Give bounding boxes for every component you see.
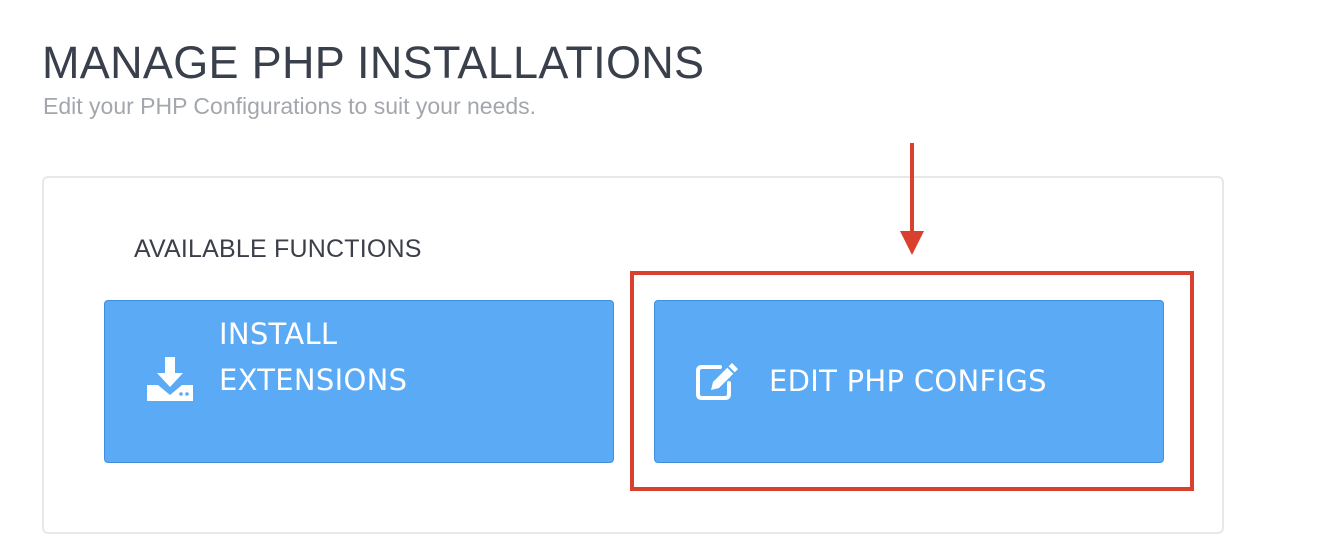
edit-icon [696, 363, 738, 400]
edit-php-configs-label: EDIT PHP CONFIGS [769, 364, 1047, 398]
page-subtitle: Edit your PHP Configurations to suit you… [43, 93, 537, 119]
page: MANAGE PHP INSTALLATIONS Edit your PHP C… [0, 0, 1336, 555]
install-extensions-label: INSTALL EXTENSIONS [219, 311, 407, 403]
install-extensions-button[interactable]: INSTALL EXTENSIONS [104, 300, 614, 463]
edit-php-configs-button[interactable]: EDIT PHP CONFIGS [654, 300, 1164, 463]
download-icon [147, 357, 193, 401]
install-extensions-label-line2: EXTENSIONS [219, 363, 408, 397]
page-title: MANAGE PHP INSTALLATIONS [42, 37, 705, 88]
install-extensions-label-line1: INSTALL [219, 317, 338, 351]
available-functions-heading: AVAILABLE FUNCTIONS [134, 235, 422, 263]
